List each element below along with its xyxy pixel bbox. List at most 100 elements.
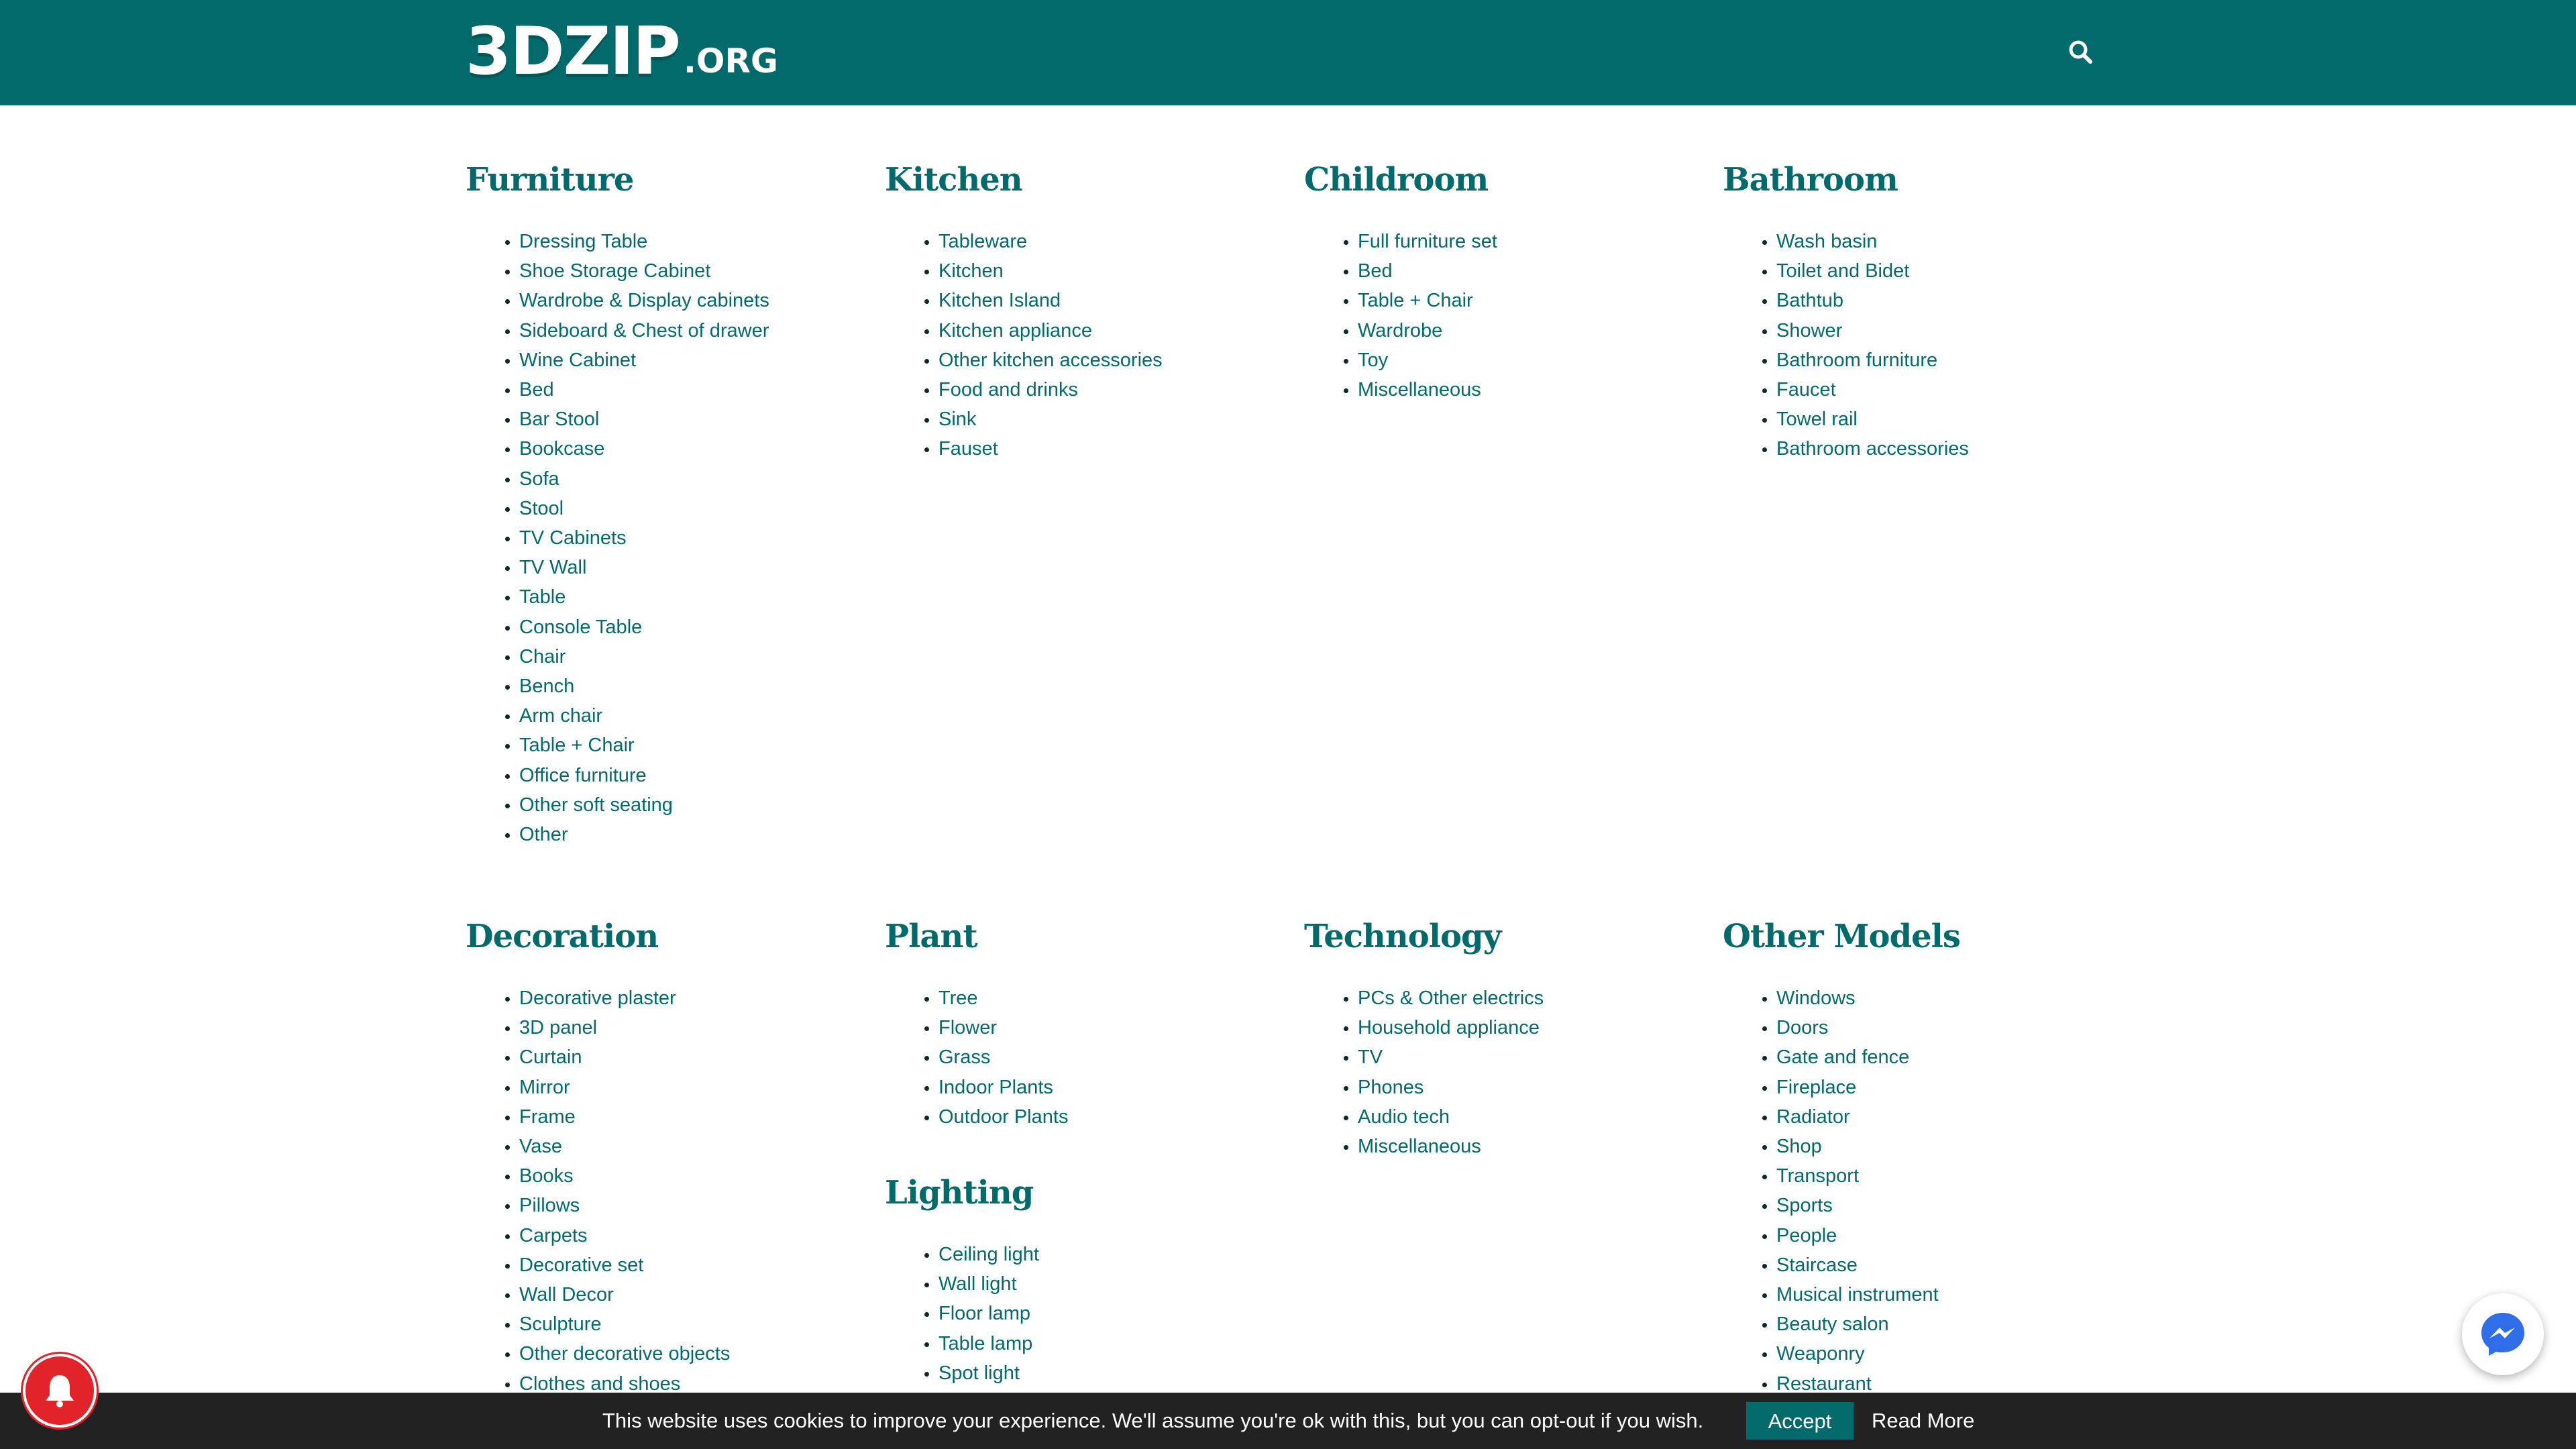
list-item[interactable]: Weaponry — [1776, 1339, 2098, 1368]
list-item[interactable]: Wall light — [938, 1269, 1260, 1299]
list-item[interactable]: TV Wall — [519, 553, 841, 582]
category-childroom: Childroom Full furniture set Bed Table +… — [1304, 160, 1680, 405]
list-item[interactable]: PCs & Other electrics — [1358, 983, 1680, 1013]
category-list: Decorative plaster 3D panel Curtain Mirr… — [466, 983, 841, 1399]
list-item[interactable]: Kitchen — [938, 256, 1260, 286]
category-list: Windows Doors Gate and fence Fireplace R… — [1723, 983, 2098, 1399]
category-furniture: Furniture Dressing Table Shoe Storage Ca… — [466, 160, 841, 849]
list-item[interactable]: Shoe Storage Cabinet — [519, 256, 841, 286]
category-title: Decoration — [466, 918, 659, 955]
accept-button[interactable]: Accept — [1746, 1402, 1854, 1440]
list-item[interactable]: Sofa — [519, 464, 841, 494]
list-item[interactable]: Doors — [1776, 1013, 2098, 1042]
list-item[interactable]: Household appliance — [1358, 1013, 1680, 1042]
list-item[interactable]: Spot light — [938, 1358, 1260, 1388]
list-item[interactable]: Table lamp — [938, 1329, 1260, 1358]
list-item[interactable]: Wine Cabinet — [519, 345, 841, 375]
list-item[interactable]: Shop — [1776, 1132, 2098, 1161]
list-item[interactable]: Floor lamp — [938, 1299, 1260, 1328]
list-item[interactable]: Bar Stool — [519, 405, 841, 434]
list-item[interactable]: Vase — [519, 1132, 841, 1161]
list-item[interactable]: Kitchen Island — [938, 286, 1260, 315]
list-item[interactable]: Bookcase — [519, 434, 841, 464]
list-item[interactable]: Sideboard & Chest of drawer — [519, 316, 841, 345]
list-item[interactable]: Miscellaneous — [1358, 1132, 1680, 1161]
list-item[interactable]: Indoor Plants — [938, 1073, 1260, 1102]
site-logo[interactable]: 3DZIP .ORG — [466, 19, 778, 85]
list-item[interactable]: Curtain — [519, 1042, 841, 1072]
list-item[interactable]: Radiator — [1776, 1102, 2098, 1132]
list-item[interactable]: Stool — [519, 494, 841, 523]
list-item[interactable]: Wardrobe — [1358, 316, 1680, 345]
list-item[interactable]: Chair — [519, 642, 841, 672]
read-more-link[interactable]: Read More — [1872, 1393, 1974, 1449]
category-list: Wash basin Toilet and Bidet Bathtub Show… — [1723, 227, 2098, 464]
list-item[interactable]: Console Table — [519, 612, 841, 642]
list-item[interactable]: Food and drinks — [938, 375, 1260, 405]
list-item[interactable]: Fauset — [938, 434, 1260, 464]
list-item[interactable]: Books — [519, 1161, 841, 1191]
list-item[interactable]: Bed — [519, 375, 841, 405]
list-item[interactable]: Arm chair — [519, 701, 841, 731]
list-item[interactable]: Kitchen appliance — [938, 316, 1260, 345]
messenger-button[interactable] — [2462, 1293, 2544, 1375]
list-item[interactable]: Gate and fence — [1776, 1042, 2098, 1072]
list-item[interactable]: Toilet and Bidet — [1776, 256, 2098, 286]
category-plant: Plant Tree Flower Grass Indoor Plants Ou… — [885, 916, 1260, 1132]
list-item[interactable]: Sculpture — [519, 1309, 841, 1339]
list-item[interactable]: Musical instrument — [1776, 1280, 2098, 1309]
logo-ext-text: .ORG — [683, 42, 778, 80]
list-item[interactable]: Wash basin — [1776, 227, 2098, 256]
list-item[interactable]: Decorative plaster — [519, 983, 841, 1013]
search-button[interactable] — [2066, 38, 2096, 67]
list-item[interactable]: Other soft seating — [519, 790, 841, 820]
list-item[interactable]: Full furniture set — [1358, 227, 1680, 256]
list-item[interactable]: Bathroom accessories — [1776, 434, 2098, 464]
list-item[interactable]: Bench — [519, 672, 841, 701]
list-item[interactable]: Flower — [938, 1013, 1260, 1042]
list-item[interactable]: Table — [519, 582, 841, 612]
list-item[interactable]: Phones — [1358, 1073, 1680, 1102]
list-item[interactable]: Bed — [1358, 256, 1680, 286]
list-item[interactable]: People — [1776, 1221, 2098, 1250]
list-item[interactable]: TV — [1358, 1042, 1680, 1072]
list-item[interactable]: Miscellaneous — [1358, 375, 1680, 405]
list-item[interactable]: Table + Chair — [519, 731, 841, 760]
list-item[interactable]: Tree — [938, 983, 1260, 1013]
list-item[interactable]: Sports — [1776, 1191, 2098, 1220]
list-item[interactable]: Office furniture — [519, 761, 841, 790]
list-item[interactable]: Dressing Table — [519, 227, 841, 256]
list-item[interactable]: Tableware — [938, 227, 1260, 256]
list-item[interactable]: Beauty salon — [1776, 1309, 2098, 1339]
list-item[interactable]: Audio tech — [1358, 1102, 1680, 1132]
list-item[interactable]: Grass — [938, 1042, 1260, 1072]
list-item[interactable]: Windows — [1776, 983, 2098, 1013]
list-item[interactable]: TV Cabinets — [519, 523, 841, 553]
list-item[interactable]: Wardrobe & Display cabinets — [519, 286, 841, 315]
list-item[interactable]: Faucet — [1776, 375, 2098, 405]
list-item[interactable]: Transport — [1776, 1161, 2098, 1191]
notification-bell-button[interactable] — [25, 1356, 94, 1425]
list-item[interactable]: Other decorative objects — [519, 1339, 841, 1368]
list-item[interactable]: Wall Decor — [519, 1280, 841, 1309]
list-item[interactable]: Sink — [938, 405, 1260, 434]
list-item[interactable]: Other — [519, 820, 841, 849]
list-item[interactable]: Frame — [519, 1102, 841, 1132]
list-item[interactable]: 3D panel — [519, 1013, 841, 1042]
list-item[interactable]: Pillows — [519, 1191, 841, 1220]
list-item[interactable]: Outdoor Plants — [938, 1102, 1260, 1132]
list-item[interactable]: Toy — [1358, 345, 1680, 375]
list-item[interactable]: Other kitchen accessories — [938, 345, 1260, 375]
list-item[interactable]: Table + Chair — [1358, 286, 1680, 315]
list-item[interactable]: Staircase — [1776, 1250, 2098, 1280]
list-item[interactable]: Fireplace — [1776, 1073, 2098, 1102]
list-item[interactable]: Mirror — [519, 1073, 841, 1102]
category-title: Bathroom — [1723, 161, 1898, 199]
list-item[interactable]: Shower — [1776, 316, 2098, 345]
list-item[interactable]: Carpets — [519, 1221, 841, 1250]
list-item[interactable]: Ceiling light — [938, 1240, 1260, 1269]
list-item[interactable]: Decorative set — [519, 1250, 841, 1280]
list-item[interactable]: Towel rail — [1776, 405, 2098, 434]
list-item[interactable]: Bathtub — [1776, 286, 2098, 315]
list-item[interactable]: Bathroom furniture — [1776, 345, 2098, 375]
